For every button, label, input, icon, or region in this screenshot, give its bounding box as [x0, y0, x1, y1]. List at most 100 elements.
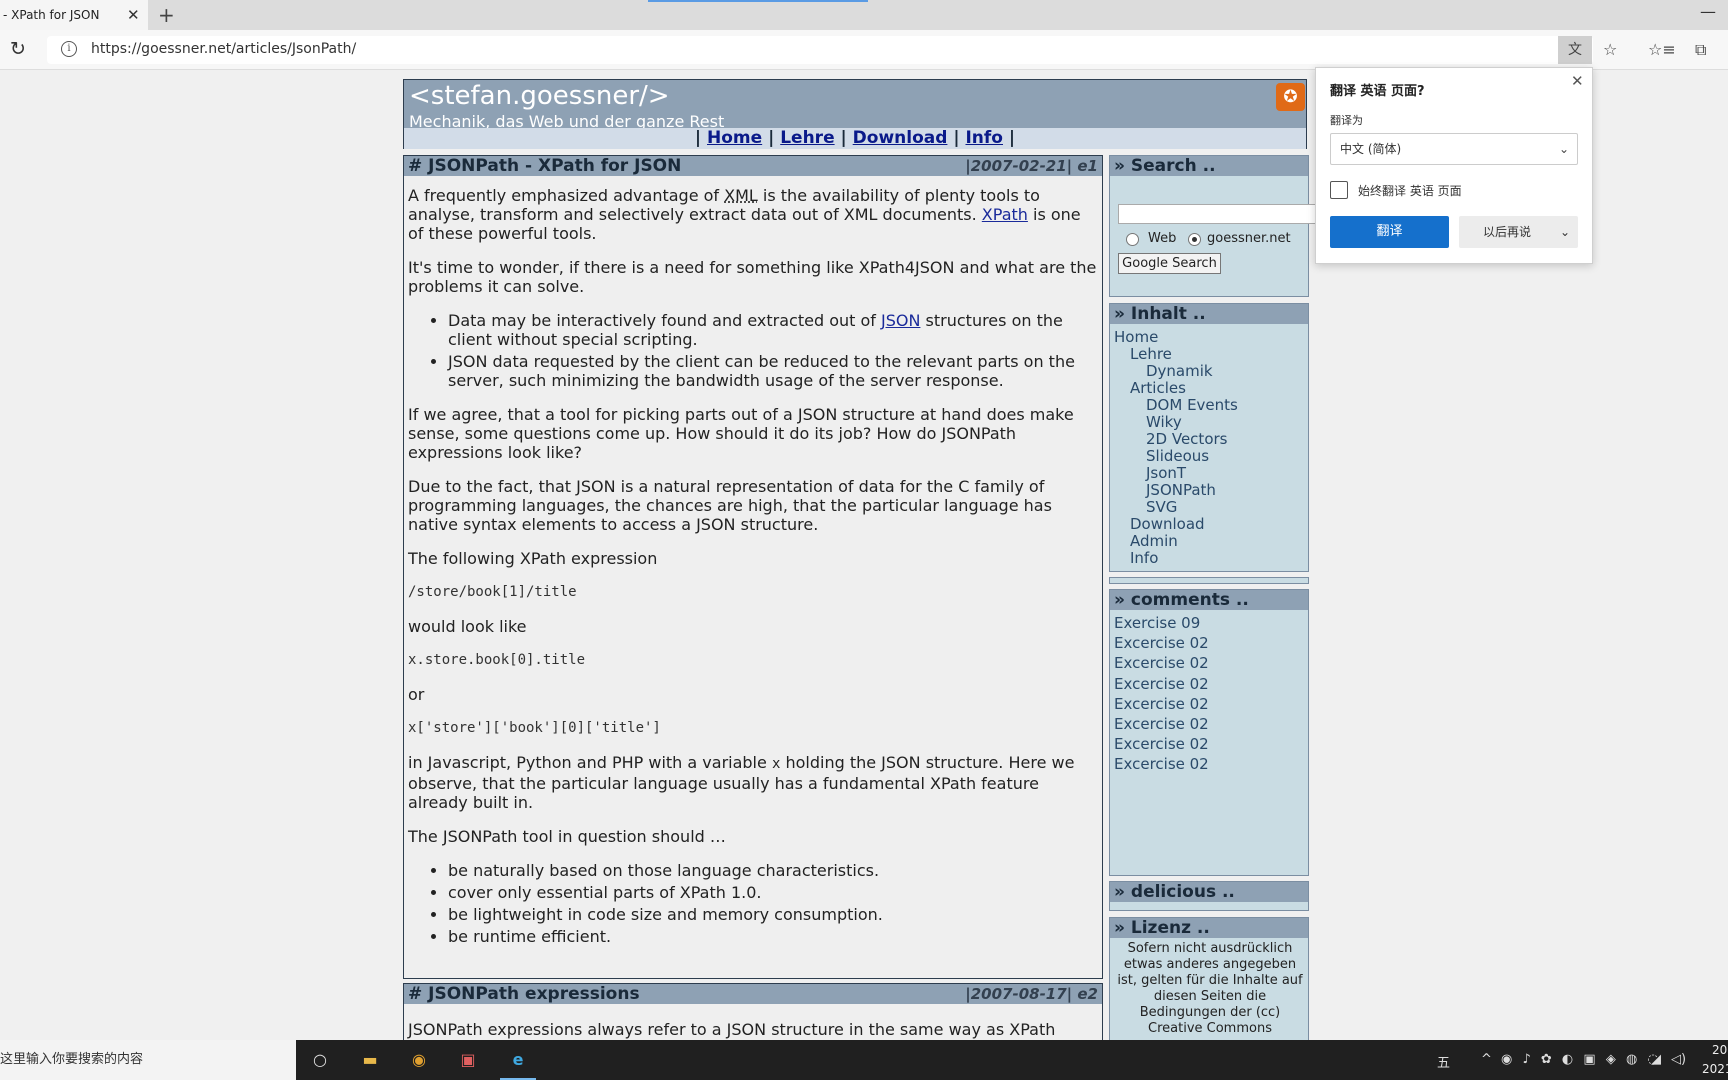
new-tab-button[interactable]: + [158, 3, 175, 27]
translate-icon[interactable]: 文 [1558, 36, 1592, 64]
favorite-star-icon[interactable]: ☆ [1603, 40, 1617, 59]
clock-date[interactable]: 2021 [1702, 1062, 1728, 1076]
article-body: A frequently emphasized advantage of XML… [408, 186, 1098, 961]
comment-link[interactable]: Excercise 02 [1114, 695, 1209, 713]
lizenz-box: » Lizenz .. Sofern nicht ausdrücklich et… [1109, 917, 1309, 1042]
translate-to-label: 翻译为 [1330, 114, 1363, 127]
browser-tab[interactable]: - XPath for JSON ✕ [0, 0, 148, 30]
ime-icon[interactable]: 五 [1437, 1052, 1450, 1071]
translate-button[interactable]: 翻译 [1330, 216, 1449, 248]
xpath-link[interactable]: XPath [982, 205, 1028, 224]
tray-app-icons[interactable]: ◉ ♪ ✿ ◐ ▣ ◈ ◍ ◌ [1501, 1052, 1662, 1067]
close-icon[interactable]: ✕ [1571, 72, 1584, 90]
not-now-button[interactable]: 以后再说 ⌄ [1459, 216, 1578, 248]
lizenz-text: Sofern nicht ausdrücklich etwas anderes … [1117, 941, 1303, 1036]
paragraph: The following XPath expression [408, 549, 658, 568]
comment-link[interactable]: Excercise 02 [1114, 634, 1209, 652]
text: A frequently emphasized advantage of [408, 186, 725, 205]
inhalt-item-svg[interactable]: SVG [1146, 498, 1177, 516]
nav-link-download[interactable]: Download [853, 128, 948, 148]
empty-box [1109, 577, 1309, 584]
radio-web-label: Web [1148, 231, 1177, 246]
radio-site[interactable] [1188, 233, 1201, 246]
site-nav: | Home | Lehre | Download | Info | [404, 128, 1306, 149]
taskbar-search-input[interactable]: 在这里输入你要搜索的内容 [0, 1040, 296, 1080]
inhalt-item-slideous[interactable]: Slideous [1146, 447, 1209, 465]
lizenz-heading: » Lizenz .. [1110, 918, 1308, 938]
nav-separator: | [840, 128, 847, 148]
comment-link[interactable]: Excercise 02 [1114, 654, 1209, 672]
inhalt-item-2d-vectors[interactable]: 2D Vectors [1146, 430, 1227, 448]
chevron-down-icon: ⌄ [1558, 142, 1569, 156]
inhalt-item-admin[interactable]: Admin [1130, 532, 1178, 550]
inhalt-item-wiky[interactable]: Wiky [1146, 413, 1182, 431]
rss-icon[interactable]: ✪ [1276, 83, 1305, 111]
inhalt-item-info[interactable]: Info [1130, 549, 1158, 567]
chrome-icon[interactable]: ◉ [406, 1048, 432, 1072]
always-translate-label: 始终翻译 英语 页面 [1358, 184, 1462, 198]
favorites-list-icon[interactable]: ☆≡ [1648, 40, 1676, 59]
inhalt-item-lehre[interactable]: Lehre [1130, 345, 1172, 363]
network-icon[interactable]: ◢ [1651, 1052, 1661, 1067]
search-box: » Search .. Web goessner.net Google Sear… [1109, 155, 1318, 297]
paragraph: JSONPath expressions always refer to a J… [408, 1020, 1056, 1039]
nav-separator: | [953, 128, 960, 148]
tray-overflow-icon[interactable]: ^ [1481, 1052, 1492, 1067]
comment-link[interactable]: Exercise 09 [1114, 614, 1200, 632]
json-link[interactable]: JSON [881, 311, 920, 330]
comments-heading: » comments .. [1110, 590, 1308, 610]
inhalt-box: » Inhalt .. Home Lehre Dynamik Articles … [1109, 303, 1309, 572]
paragraph: It's time to wonder, if there is a need … [408, 258, 1097, 296]
close-icon[interactable]: ✕ [127, 6, 140, 24]
nav-separator: | [768, 128, 775, 148]
tab-title: - XPath for JSON [3, 8, 100, 22]
comment-link[interactable]: Excercise 02 [1114, 735, 1209, 753]
inhalt-item-jsonpath[interactable]: JSONPath [1146, 481, 1216, 499]
edge-icon[interactable]: e [505, 1048, 531, 1072]
code-block: /store/book[1]/title [408, 584, 577, 600]
inhalt-item-jsont[interactable]: JsonT [1146, 464, 1186, 482]
nav-link-info[interactable]: Info [965, 128, 1003, 148]
inhalt-item-dynamik[interactable]: Dynamik [1146, 362, 1213, 380]
taskbar-search-placeholder: 在这里输入你要搜索的内容 [0, 1052, 144, 1067]
collections-icon[interactable]: ⧉ [1695, 40, 1706, 60]
site-title: <stefan.goessner/> [409, 81, 670, 111]
paragraph: would look like [408, 617, 527, 636]
inhalt-heading: » Inhalt .. [1110, 304, 1308, 324]
chevron-down-icon[interactable]: ⌄ [1560, 216, 1570, 248]
app-icon[interactable]: ▣ [455, 1048, 481, 1072]
article-date: |2007-08-17| e2 [965, 985, 1098, 1003]
comment-link[interactable]: Excercise 02 [1114, 715, 1209, 733]
search-heading: » Search .. [1110, 156, 1308, 176]
inhalt-item-download[interactable]: Download [1130, 515, 1205, 533]
comment-link[interactable]: Excercise 02 [1114, 755, 1209, 773]
cortana-icon[interactable]: ○ [307, 1048, 333, 1072]
radio-web[interactable] [1126, 233, 1139, 246]
file-explorer-icon[interactable]: ▬ [357, 1048, 383, 1072]
url-text[interactable]: https://goessner.net/articles/JsonPath/ [91, 41, 356, 57]
nav-link-home[interactable]: Home [707, 128, 762, 148]
inhalt-item-home[interactable]: Home [1114, 328, 1158, 346]
nav-separator: | [694, 128, 702, 148]
not-now-label: 以后再说 [1483, 225, 1532, 239]
feature-list: Data may be interactively found and extr… [448, 311, 1098, 390]
language-select[interactable]: 中文 (简体) ⌄ [1330, 133, 1578, 165]
always-translate-checkbox[interactable] [1330, 181, 1348, 199]
inhalt-item-dom-events[interactable]: DOM Events [1146, 396, 1238, 414]
search-input[interactable] [1118, 204, 1318, 224]
clock-time[interactable]: 20 [1712, 1043, 1727, 1057]
minimize-icon[interactable]: — [1700, 2, 1716, 21]
paragraph: If we agree, that a tool for picking par… [408, 405, 1074, 462]
volume-icon[interactable]: ◁) [1671, 1052, 1686, 1067]
paragraph: Due to the fact, that JSON is a natural … [408, 477, 1052, 534]
reload-icon[interactable]: ↻ [10, 38, 26, 60]
url-field[interactable]: i https://goessner.net/articles/JsonPath… [47, 36, 1593, 64]
google-search-button[interactable]: Google Search [1118, 253, 1221, 274]
info-icon[interactable]: i [61, 41, 77, 57]
translate-popup: 翻译 英语 页面? ✕ 翻译为 中文 (简体) ⌄ 始终翻译 英语 页面 翻译 … [1315, 67, 1593, 264]
inhalt-item-articles[interactable]: Articles [1130, 379, 1186, 397]
text: Data may be interactively found and extr… [448, 311, 882, 330]
comment-link[interactable]: Excercise 02 [1114, 675, 1209, 693]
nav-link-lehre[interactable]: Lehre [780, 128, 834, 148]
nav-separator: | [1008, 128, 1016, 148]
